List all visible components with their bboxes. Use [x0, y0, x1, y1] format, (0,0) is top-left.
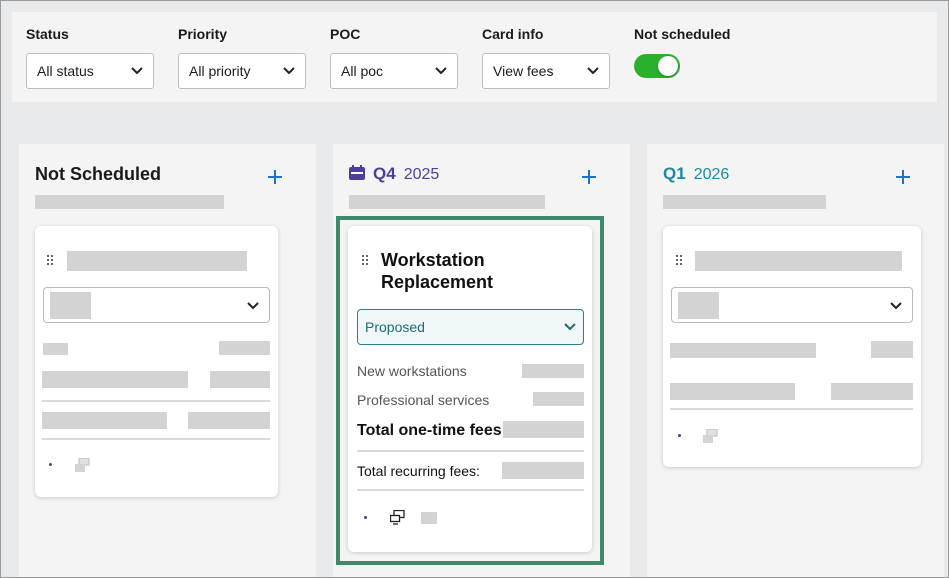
fee-value-placeholder: [871, 341, 913, 358]
status-select[interactable]: All status: [26, 53, 154, 89]
priority-filter: Priority: [178, 26, 227, 42]
fee-value-placeholder: [219, 341, 270, 355]
card-info-filter: Card info: [482, 26, 543, 42]
not-scheduled-filter: Not scheduled: [634, 26, 731, 78]
add-card-icon[interactable]: [894, 168, 912, 186]
chevron-down-icon: [587, 67, 599, 75]
priority-filter-label: Priority: [178, 26, 228, 42]
chevron-down-icon: [890, 302, 902, 310]
quarter-label: Q4: [373, 164, 396, 183]
quarter-label: Q1: [663, 164, 686, 183]
bullet-dot: [49, 463, 52, 466]
card-placeholder-q1[interactable]: [663, 226, 921, 467]
card-info-filter-label: Card info: [482, 26, 544, 42]
drag-handle-icon[interactable]: [47, 255, 53, 265]
year-label: 2025: [403, 166, 440, 183]
poc-select-value: All poc: [341, 63, 384, 79]
chevron-down-icon: [283, 67, 295, 75]
divider: [670, 408, 913, 410]
add-card-icon[interactable]: [580, 168, 598, 186]
status-value-placeholder: [50, 292, 91, 319]
card-placeholder-not-scheduled[interactable]: [35, 226, 278, 497]
toggle-knob: [658, 56, 678, 76]
poc-filter: POC: [330, 26, 360, 42]
status-select-value: All status: [37, 63, 94, 79]
column-summary-placeholder: [663, 195, 826, 209]
status-filter-label: Status: [26, 26, 69, 42]
priority-select[interactable]: All priority: [178, 53, 306, 89]
fee-value-placeholder: [188, 412, 270, 429]
fee-label-placeholder: [43, 343, 68, 355]
fee-label-placeholder: [670, 343, 816, 358]
column-summary-placeholder: [35, 195, 224, 209]
status-filter: Status: [26, 26, 69, 42]
column-title-text: Not Scheduled: [35, 164, 162, 184]
fee-label-placeholder: [670, 383, 795, 400]
fee-label-placeholder: [42, 371, 188, 388]
not-scheduled-toggle-label: Not scheduled: [634, 26, 731, 42]
status-dropdown[interactable]: [43, 287, 270, 323]
title-placeholder: [695, 251, 902, 271]
calendar-icon: [349, 165, 365, 180]
status-value-placeholder: [678, 292, 719, 319]
year-label: 2026: [693, 166, 730, 183]
chevron-down-icon: [131, 67, 143, 75]
selected-card-highlight: [336, 216, 604, 565]
status-dropdown[interactable]: [671, 287, 913, 323]
filter-bar: Status All status Priority All priority …: [12, 12, 937, 102]
drag-handle-icon[interactable]: [676, 255, 682, 265]
poc-select[interactable]: All poc: [330, 53, 458, 89]
card-info-select-value: View fees: [493, 63, 554, 79]
column-title: Q4 2025: [349, 164, 439, 184]
not-scheduled-toggle[interactable]: [634, 54, 680, 78]
divider: [42, 400, 270, 402]
workstation-icon: [703, 429, 718, 443]
card-info-select[interactable]: View fees: [482, 53, 610, 89]
chevron-down-icon: [435, 67, 447, 75]
chevron-down-icon: [247, 302, 259, 310]
fee-value-placeholder: [210, 371, 270, 388]
add-card-icon[interactable]: [266, 168, 284, 186]
bullet-dot: [678, 434, 681, 437]
divider: [42, 438, 270, 440]
priority-select-value: All priority: [189, 63, 251, 79]
column-summary-placeholder: [349, 195, 545, 209]
column-title: Not Scheduled: [35, 164, 161, 185]
fee-value-placeholder: [831, 383, 913, 400]
title-placeholder: [67, 251, 247, 271]
poc-filter-label: POC: [330, 26, 361, 42]
workstation-icon: [75, 458, 90, 472]
column-title: Q1 2026: [663, 164, 729, 184]
fee-label-placeholder: [42, 412, 167, 429]
